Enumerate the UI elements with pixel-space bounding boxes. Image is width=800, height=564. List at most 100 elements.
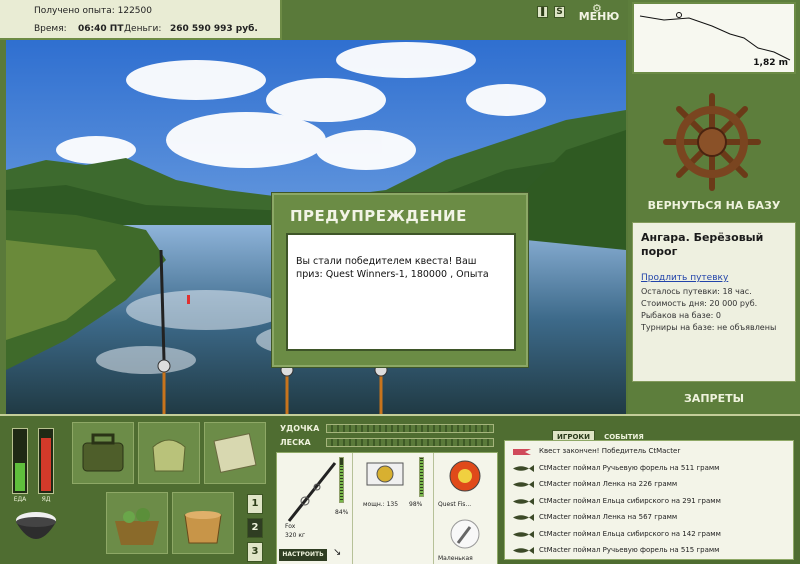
reel-wear-level — [420, 458, 423, 496]
reel-name: мощн.: 135 — [363, 501, 399, 508]
inventory-map[interactable] — [204, 422, 266, 484]
dialog-title: ПРЕДУПРЕЖДЕНИЕ — [290, 207, 467, 225]
bait-icon — [450, 519, 480, 549]
bottom-panel: ЕДА ЯД 1 2 3 УДОЧКА ЛЕСКА 84% Fox 320 кг… — [0, 414, 800, 564]
bag-icon — [152, 439, 186, 472]
sound-button[interactable]: S — [554, 6, 565, 18]
fish-icon — [513, 497, 534, 505]
status-gauges: ЕДА ЯД — [8, 428, 60, 508]
inventory-bag[interactable] — [138, 422, 200, 484]
bucket-icon — [184, 511, 222, 544]
food-label: ЕДА — [13, 496, 27, 503]
event-text: CtMacter поймал Ленка на 226 грамм — [539, 480, 678, 488]
rod-slot[interactable]: 84% Fox 320 кг НАСТРОИТЬ ↘ — [277, 453, 353, 564]
reel-icon — [366, 462, 404, 486]
event-row: CtMacter поймал Ельца сибирского на 291 … — [505, 493, 793, 509]
time-value: 06:40 ПТ — [78, 24, 124, 34]
setup-button[interactable]: НАСТРОИТЬ — [279, 549, 327, 561]
money-value: 260 590 993 руб. — [170, 24, 258, 34]
events-panel: ИГРОКИ СОБЫТИЯ Квест закончен! Победител… — [504, 422, 794, 562]
reel-slot[interactable]: мощн.: 135 98% — [357, 453, 427, 513]
food-basket-icon — [115, 508, 159, 545]
food-gauge — [12, 428, 28, 494]
page-3-button[interactable]: 3 — [247, 542, 263, 562]
food-level — [15, 463, 25, 491]
arrow-icon: ↘ — [333, 547, 342, 558]
tournaments-text: Турниры на базе: не объявлены — [641, 323, 777, 332]
page-1-button[interactable]: 1 — [247, 494, 263, 514]
poison-gauge — [38, 428, 54, 494]
menu-button[interactable]: ⚙ МЕНЮ — [578, 3, 620, 27]
bait-name: Маленькая — [438, 555, 473, 562]
right-panel: 1,82 m ВЕРНУТЬСЯ НА БАЗУ Ангара. Берёзов… — [628, 0, 800, 414]
bans-button[interactable]: ЗАПРЕТЫ — [628, 390, 800, 408]
rod-tension-bar — [326, 424, 494, 433]
fish-icon — [513, 530, 534, 538]
event-text: CtMacter поймал Ельца сибирского на 291 … — [539, 496, 721, 505]
rod-test: 320 кг — [285, 532, 306, 539]
gear-icon: ⚙ — [592, 2, 602, 15]
event-row: CtMacter поймал Ельца сибирского на 142 … — [505, 526, 793, 542]
rod-wear-level — [340, 465, 343, 502]
pause-icon[interactable]: ❚ — [537, 6, 548, 18]
reel-percent: 98% — [409, 501, 423, 508]
exp-value: 122500 — [117, 6, 152, 16]
fish-icon — [513, 464, 534, 472]
poison-label: ЯД — [41, 496, 51, 503]
rod-name: Fox — [285, 523, 296, 530]
depth-map: 1,82 m — [632, 2, 796, 74]
money-label: Деньги: — [124, 24, 162, 34]
location-title: Ангара. Берёзовый порог — [641, 231, 764, 258]
location-info: Ангара. Берёзовый порог Продлить путевку… — [632, 222, 796, 382]
poison-level — [41, 438, 51, 491]
game-screen: Получено опыта: 122500 Время: 06:40 ПТ Д… — [0, 0, 800, 564]
event-row: CtMacter поймал Ленка на 567 грамм — [505, 509, 793, 525]
float-marker-icon — [676, 12, 682, 18]
rod-wear-bar — [339, 457, 344, 503]
event-text: CtMacter поймал Ручьевую форель на 515 г… — [539, 546, 720, 554]
events-list: Квест закончен! Победитель CtMacter CtMac… — [504, 440, 794, 560]
event-text: Квест закончен! Победитель CtMacter — [539, 447, 681, 455]
map-icon — [213, 433, 257, 473]
event-row: CtMacter поймал Ленка на 226 грамм — [505, 476, 793, 492]
rod-icon — [287, 462, 337, 522]
tackle-box-icon — [82, 433, 124, 472]
tackle-status: УДОЧКА ЛЕСКА — [276, 422, 496, 450]
inventory-bucket[interactable] — [172, 492, 234, 554]
inventory-food-basket[interactable] — [106, 492, 168, 554]
event-row: CtMacter поймал Ручьевую форель на 511 г… — [505, 460, 793, 476]
line-tension-bar — [326, 438, 494, 447]
fish-icon — [513, 481, 534, 488]
rod-percent: 84% — [335, 509, 349, 516]
dialog-message: Вы стали победителем квеста! Ваш приз: Q… — [286, 233, 516, 351]
return-to-base-button[interactable]: ВЕРНУТЬСЯ НА БАЗУ — [628, 197, 800, 215]
line-name: Quest Fis... — [438, 501, 472, 508]
exp-label: Получено опыта: 122500 — [34, 6, 152, 16]
fish-icon — [513, 514, 534, 521]
warning-dialog: ПРЕДУПРЕЖДЕНИЕ Вы стали победителем квес… — [272, 193, 528, 367]
tackle-panel: 84% Fox 320 кг НАСТРОИТЬ ↘ мощн.: 135 98… — [276, 452, 498, 564]
events-tabs: ИГРОКИ СОБЫТИЯ — [552, 424, 648, 444]
line-slot[interactable]: Quest Fis... — [433, 453, 497, 513]
inventory-tackle-box[interactable] — [72, 422, 134, 484]
anglers-text: Рыбаков на базе: 0 — [641, 311, 721, 320]
depth-value: 1,82 m — [753, 58, 788, 68]
extend-trip-link[interactable]: Продлить путевку — [641, 273, 787, 283]
event-text: CtMacter поймал Ельца сибирского на 142 … — [539, 529, 721, 538]
quest-flag-icon — [513, 449, 531, 455]
time-label: Время: — [34, 24, 67, 34]
event-row: CtMacter поймал Ручьевую форель на 515 г… — [505, 542, 793, 558]
line-label: ЛЕСКА — [280, 438, 311, 447]
bait-slot[interactable]: Маленькая — [433, 513, 497, 564]
cauldron-icon[interactable] — [10, 506, 62, 554]
page-2-button[interactable]: 2 — [247, 518, 263, 538]
fish-icon — [513, 547, 534, 554]
ship-wheel-icon[interactable] — [662, 92, 762, 192]
trip-left-text: Осталось путевки: 18 час. — [641, 287, 752, 296]
rod-label: УДОЧКА — [280, 424, 320, 433]
day-cost-text: Стоимость дня: 20 000 руб. — [641, 299, 758, 308]
reel-wear-bar — [419, 457, 424, 497]
event-text: CtMacter поймал Ленка на 567 грамм — [539, 513, 678, 521]
line-spool-icon — [449, 460, 481, 492]
event-row: Квест закончен! Победитель CtMacter — [505, 443, 793, 459]
